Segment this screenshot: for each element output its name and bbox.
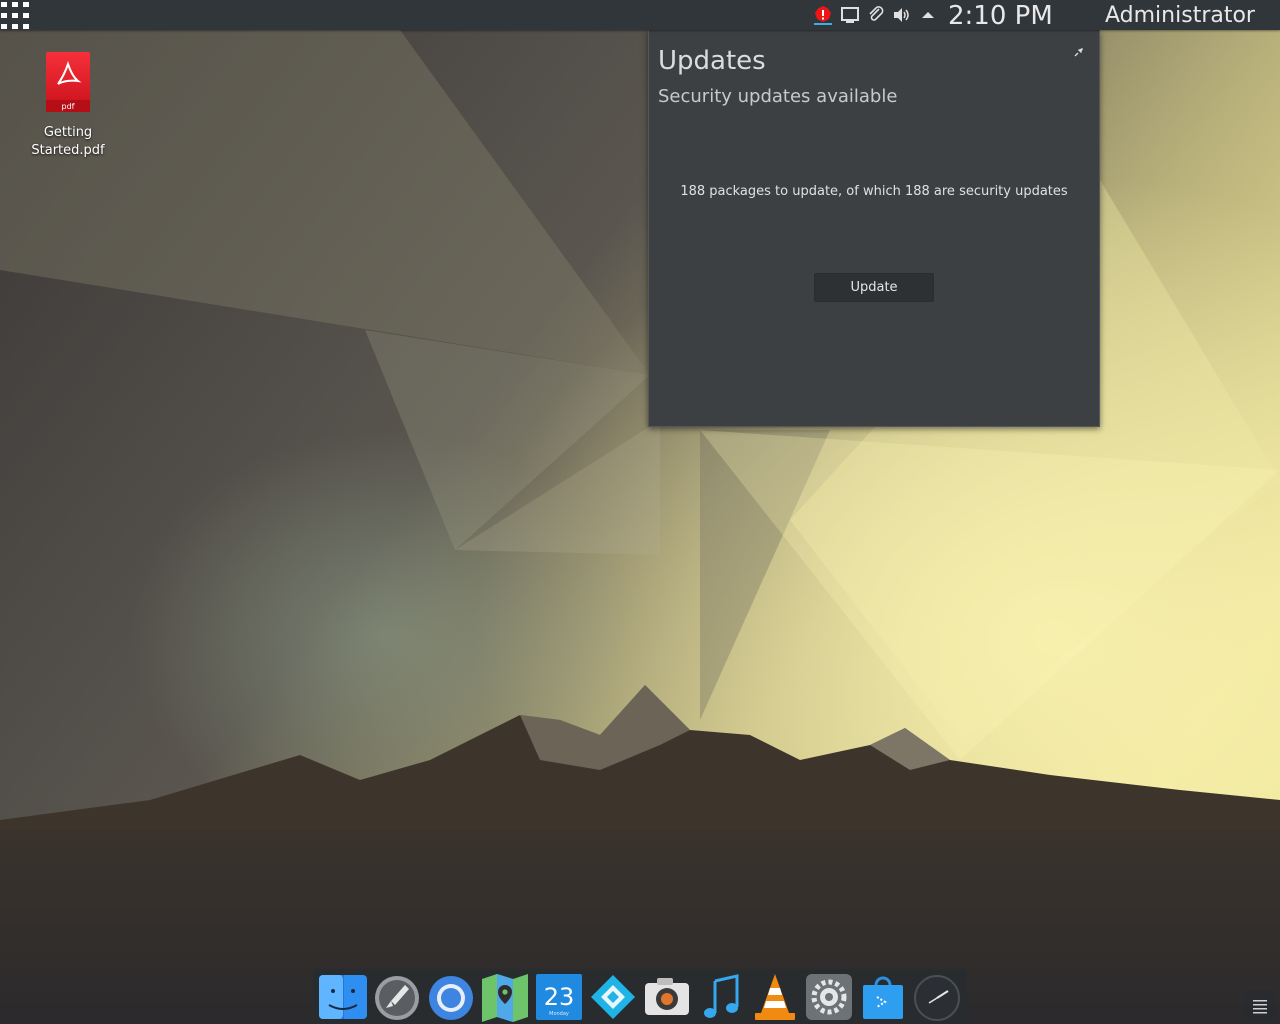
display-icon[interactable] xyxy=(840,5,860,25)
pdf-file-icon: pdf xyxy=(46,52,90,112)
update-button[interactable]: Update xyxy=(814,273,934,302)
launchpad-rocket-icon[interactable] xyxy=(371,971,423,1023)
pdf-badge: pdf xyxy=(62,102,75,111)
expand-tray-arrow-icon[interactable] xyxy=(918,5,938,25)
chrome-browser-icon[interactable] xyxy=(425,971,477,1023)
maps-icon[interactable] xyxy=(479,971,531,1023)
calendar-day: 23 xyxy=(544,983,575,1011)
updates-popup: Updates Security updates available 188 p… xyxy=(648,30,1100,427)
vlc-cone-icon[interactable] xyxy=(749,971,801,1023)
system-settings-gear-icon[interactable] xyxy=(803,971,855,1023)
clock-icon[interactable] xyxy=(911,971,963,1023)
clipboard-clip-icon[interactable] xyxy=(866,5,886,25)
kodi-icon[interactable] xyxy=(587,971,639,1023)
finder-icon[interactable] xyxy=(317,971,369,1023)
desktop-file-getting-started[interactable]: pdf Getting Started.pdf xyxy=(22,50,114,160)
user-name[interactable]: Administrator xyxy=(1105,0,1255,30)
security-update-alert-icon[interactable] xyxy=(813,5,833,25)
music-note-icon[interactable] xyxy=(695,971,747,1023)
calendar-weekday: Monday xyxy=(549,1011,569,1017)
top-panel: 2:10 PM Administrator xyxy=(0,0,1280,31)
volume-icon[interactable] xyxy=(891,5,911,25)
camera-icon[interactable] xyxy=(641,971,693,1023)
hamburger-menu-icon[interactable] xyxy=(1244,990,1276,1020)
desktop-icon-label: Getting Started.pdf xyxy=(31,125,105,158)
pin-icon[interactable] xyxy=(1073,46,1085,58)
software-store-bag-icon[interactable] xyxy=(857,971,909,1023)
calendar-icon[interactable]: 23 Monday xyxy=(533,971,585,1023)
clock[interactable]: 2:10 PM xyxy=(948,0,1053,31)
update-summary-message: 188 packages to update, of which 188 are… xyxy=(680,184,1068,199)
popup-subtitle: Security updates available xyxy=(658,86,898,107)
dock: 23 Monday xyxy=(313,969,967,1024)
popup-title: Updates xyxy=(658,46,766,76)
app-grid-icon[interactable] xyxy=(1,2,29,29)
